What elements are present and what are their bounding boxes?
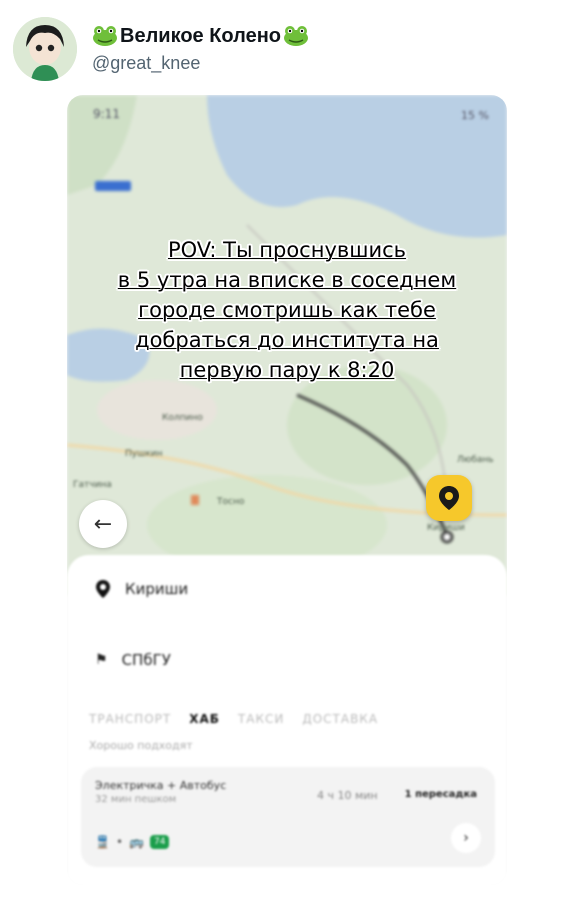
frog-emoji-icon xyxy=(283,25,309,47)
map-label: Кириши xyxy=(427,523,465,533)
location-pin-icon xyxy=(96,580,110,598)
route-bottom-sheet: Кириши ⚑ СПбГУ ТРАНСПОРТ ХАБ ТАКСИ ДОСТА… xyxy=(67,555,507,885)
map-label: Гатчина xyxy=(73,480,112,490)
caption-line: городе смотришь как тебе xyxy=(138,298,436,322)
caption-line: первую пару к 8:20 xyxy=(179,358,395,382)
train-icon: 🚆 xyxy=(95,835,110,849)
tab-delivery[interactable]: ДОСТАВКА xyxy=(302,712,378,726)
bus-number-badge: 74 xyxy=(149,835,170,849)
tab-hub[interactable]: ХАБ xyxy=(189,712,220,726)
map-label: Тосно xyxy=(217,497,245,507)
tab-taxi[interactable]: ТАКСИ xyxy=(238,712,284,726)
back-button[interactable]: ← xyxy=(79,500,127,548)
option-modes: 🚆 • 🚌 74 xyxy=(95,835,170,849)
status-time: 9:11 xyxy=(93,107,120,121)
route-from-label: Кириши xyxy=(125,580,189,598)
option-title: Электричка + Автобус xyxy=(95,779,227,792)
transport-tabs: ТРАНСПОРТ ХАБ ТАКСИ ДОСТАВКА xyxy=(89,712,378,726)
author-name: Великое Колено xyxy=(120,25,281,47)
suggestions-hint: Хорошо подходят xyxy=(89,739,193,752)
option-details-button[interactable]: › xyxy=(451,823,481,853)
route-option-card[interactable]: Электричка + Автобус 32 мин пешком 4 ч 1… xyxy=(81,767,495,867)
route-to-label: СПбГУ xyxy=(121,651,171,669)
map-label: Любань xyxy=(457,455,494,465)
option-walk-time: 32 мин пешком xyxy=(95,794,177,805)
chevron-right-icon: › xyxy=(463,830,469,846)
arrow-left-icon: ← xyxy=(93,511,113,537)
dot-separator: • xyxy=(115,835,124,849)
caption-line: POV: Ты проснувшись xyxy=(167,238,407,262)
caption-line: добраться до института на xyxy=(135,328,439,352)
map-label: Колпино xyxy=(162,413,203,423)
status-battery: 15 % xyxy=(461,109,489,122)
meme-caption: POV: Ты проснувшись в 5 утра на вписке в… xyxy=(67,235,507,385)
location-pin-icon xyxy=(439,486,459,510)
destination-pin-button[interactable] xyxy=(426,475,472,521)
author-name-row[interactable]: Великое Колено xyxy=(92,24,309,48)
tweet-media-image[interactable]: 9:11 15 % Пушкин Колпино Гатчина Тосно Л… xyxy=(67,95,507,885)
frog-emoji-icon xyxy=(92,25,118,47)
caption-line: в 5 утра на вписке в соседнем xyxy=(117,268,457,292)
bus-icon: 🚌 xyxy=(129,835,144,849)
option-transfers: 1 пересадка xyxy=(404,789,477,800)
tab-transport[interactable]: ТРАНСПОРТ xyxy=(89,712,171,726)
route-from-row[interactable]: Кириши xyxy=(95,579,188,599)
author-handle[interactable]: @great_knee xyxy=(92,53,200,74)
option-duration: 4 ч 10 мин xyxy=(317,789,378,802)
route-to-row[interactable]: ⚑ СПбГУ xyxy=(95,651,171,669)
avatar[interactable] xyxy=(13,17,77,81)
finish-flag-icon: ⚑ xyxy=(95,652,108,668)
map-label: Пушкин xyxy=(125,449,163,459)
